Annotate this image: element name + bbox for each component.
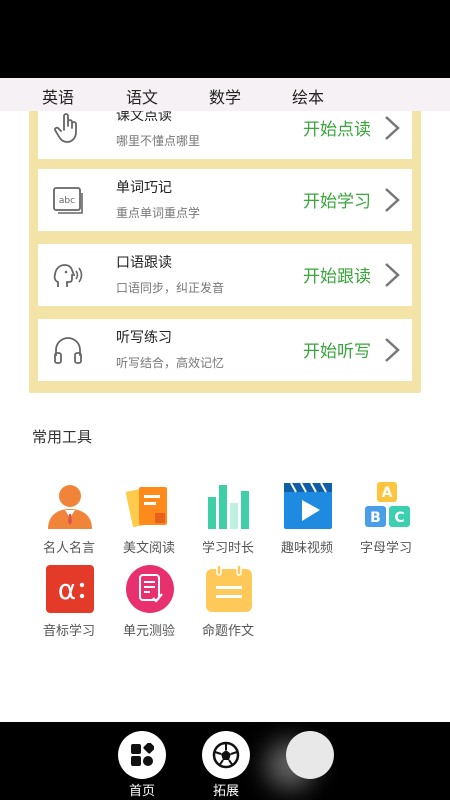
tool-label: 音标学习 [42,624,95,639]
abc-blocks-icon: A B C [365,482,410,527]
nav-expand-label: 拓展 [212,784,239,799]
card-title: 听写练习 [116,330,172,346]
card-subtitle: 重点单词重点学 [116,206,201,220]
card-title: 口语跟读 [116,255,172,271]
card-dictation[interactable]: 听写练习 听写结合，高效记忆 开始听写 [38,319,412,381]
tool-label: 美文阅读 [122,541,175,556]
card-subtitle: 哪里不懂点哪里 [116,134,201,148]
start-dictation-button[interactable]: 开始听写 [303,337,371,362]
video-play-icon [284,482,332,529]
bar-chart-icon [208,485,249,529]
start-follow-reading-button[interactable]: 开始跟读 [303,262,371,287]
tab-english[interactable]: 英语 [42,84,74,108]
calendar-note-icon [206,564,252,612]
nav-home-label: 首页 [128,784,155,799]
hand-tap-icon [54,113,77,143]
card-subtitle: 听写结合，高效记忆 [116,356,225,370]
svg-text:C: C [394,510,404,526]
tab-math[interactable]: 数学 [209,84,241,108]
card-subtitle: 口语同步，纠正发音 [116,281,225,295]
tool-label: 命题作文 [201,624,254,639]
card-word-memory[interactable]: abc 单词巧记 重点单词重点学 开始学习 [38,169,412,231]
nav-expand-button[interactable] [202,731,250,779]
card-title: 单词巧记 [116,180,172,196]
svg-text:abc: abc [59,196,75,206]
tool-famous-quotes[interactable]: 名人名言 [29,481,109,561]
svg-text:α: α [58,573,76,606]
tool-label: 名人名言 [42,541,95,556]
tool-label: 趣味视频 [280,541,333,556]
subject-tab-bar: 英语 语文 数学 绘本 [0,78,450,111]
person-icon [48,485,92,529]
tool-label: 单元测验 [122,624,175,639]
headphones-icon [54,337,82,364]
chevron-right-icon [385,116,400,140]
tab-chinese[interactable]: 语文 [126,84,158,108]
tool-fun-videos[interactable]: 趣味视频 [267,481,347,561]
tool-label: 学习时长 [201,541,254,556]
football-icon [212,741,240,769]
tool-label: 字母学习 [359,541,412,556]
main-content[interactable]: 课文点读 哪里不懂点哪里 开始点读 abc 单词巧记 重点单词重点学 开始学习 … [0,111,450,722]
tool-phonetics[interactable]: α 音标学习 [29,564,109,644]
tool-alphabet[interactable]: A B C 字母学习 [346,481,426,561]
start-learning-button[interactable]: 开始学习 [303,187,371,212]
alpha-phonetic-icon: α [46,565,94,613]
tab-picture-books[interactable]: 绘本 [292,84,324,108]
card-title: 课文点读 [116,111,172,124]
tool-unit-test[interactable]: 单元测验 [109,564,189,644]
status-bar [0,0,450,78]
home-grid-icon [131,743,154,766]
chevron-right-icon [385,188,400,212]
card-oral-follow[interactable]: 口语跟读 口语同步，纠正发音 开始跟读 [38,244,412,306]
quiz-icon [126,565,174,613]
svg-text:B: B [370,510,381,526]
tools-section-title: 常用工具 [32,428,93,446]
card-text-reading[interactable]: 课文点读 哪里不懂点哪里 开始点读 [38,111,412,159]
tool-essay-reading[interactable]: 美文阅读 [109,481,189,561]
cards-icon [125,487,167,527]
svg-text:A: A [382,485,393,501]
chevron-right-icon [385,338,400,362]
speaking-head-icon [53,264,83,287]
chevron-right-icon [385,263,400,287]
nav-third-button[interactable] [286,731,334,779]
start-reading-button[interactable]: 开始点读 [303,115,371,140]
abc-cards-icon: abc [53,187,83,214]
bottom-nav: 首页 拓展 [0,722,450,800]
nav-home-button[interactable] [118,731,166,779]
tool-study-duration[interactable]: 学习时长 [188,481,268,561]
tool-composition[interactable]: 命题作文 [188,564,268,644]
